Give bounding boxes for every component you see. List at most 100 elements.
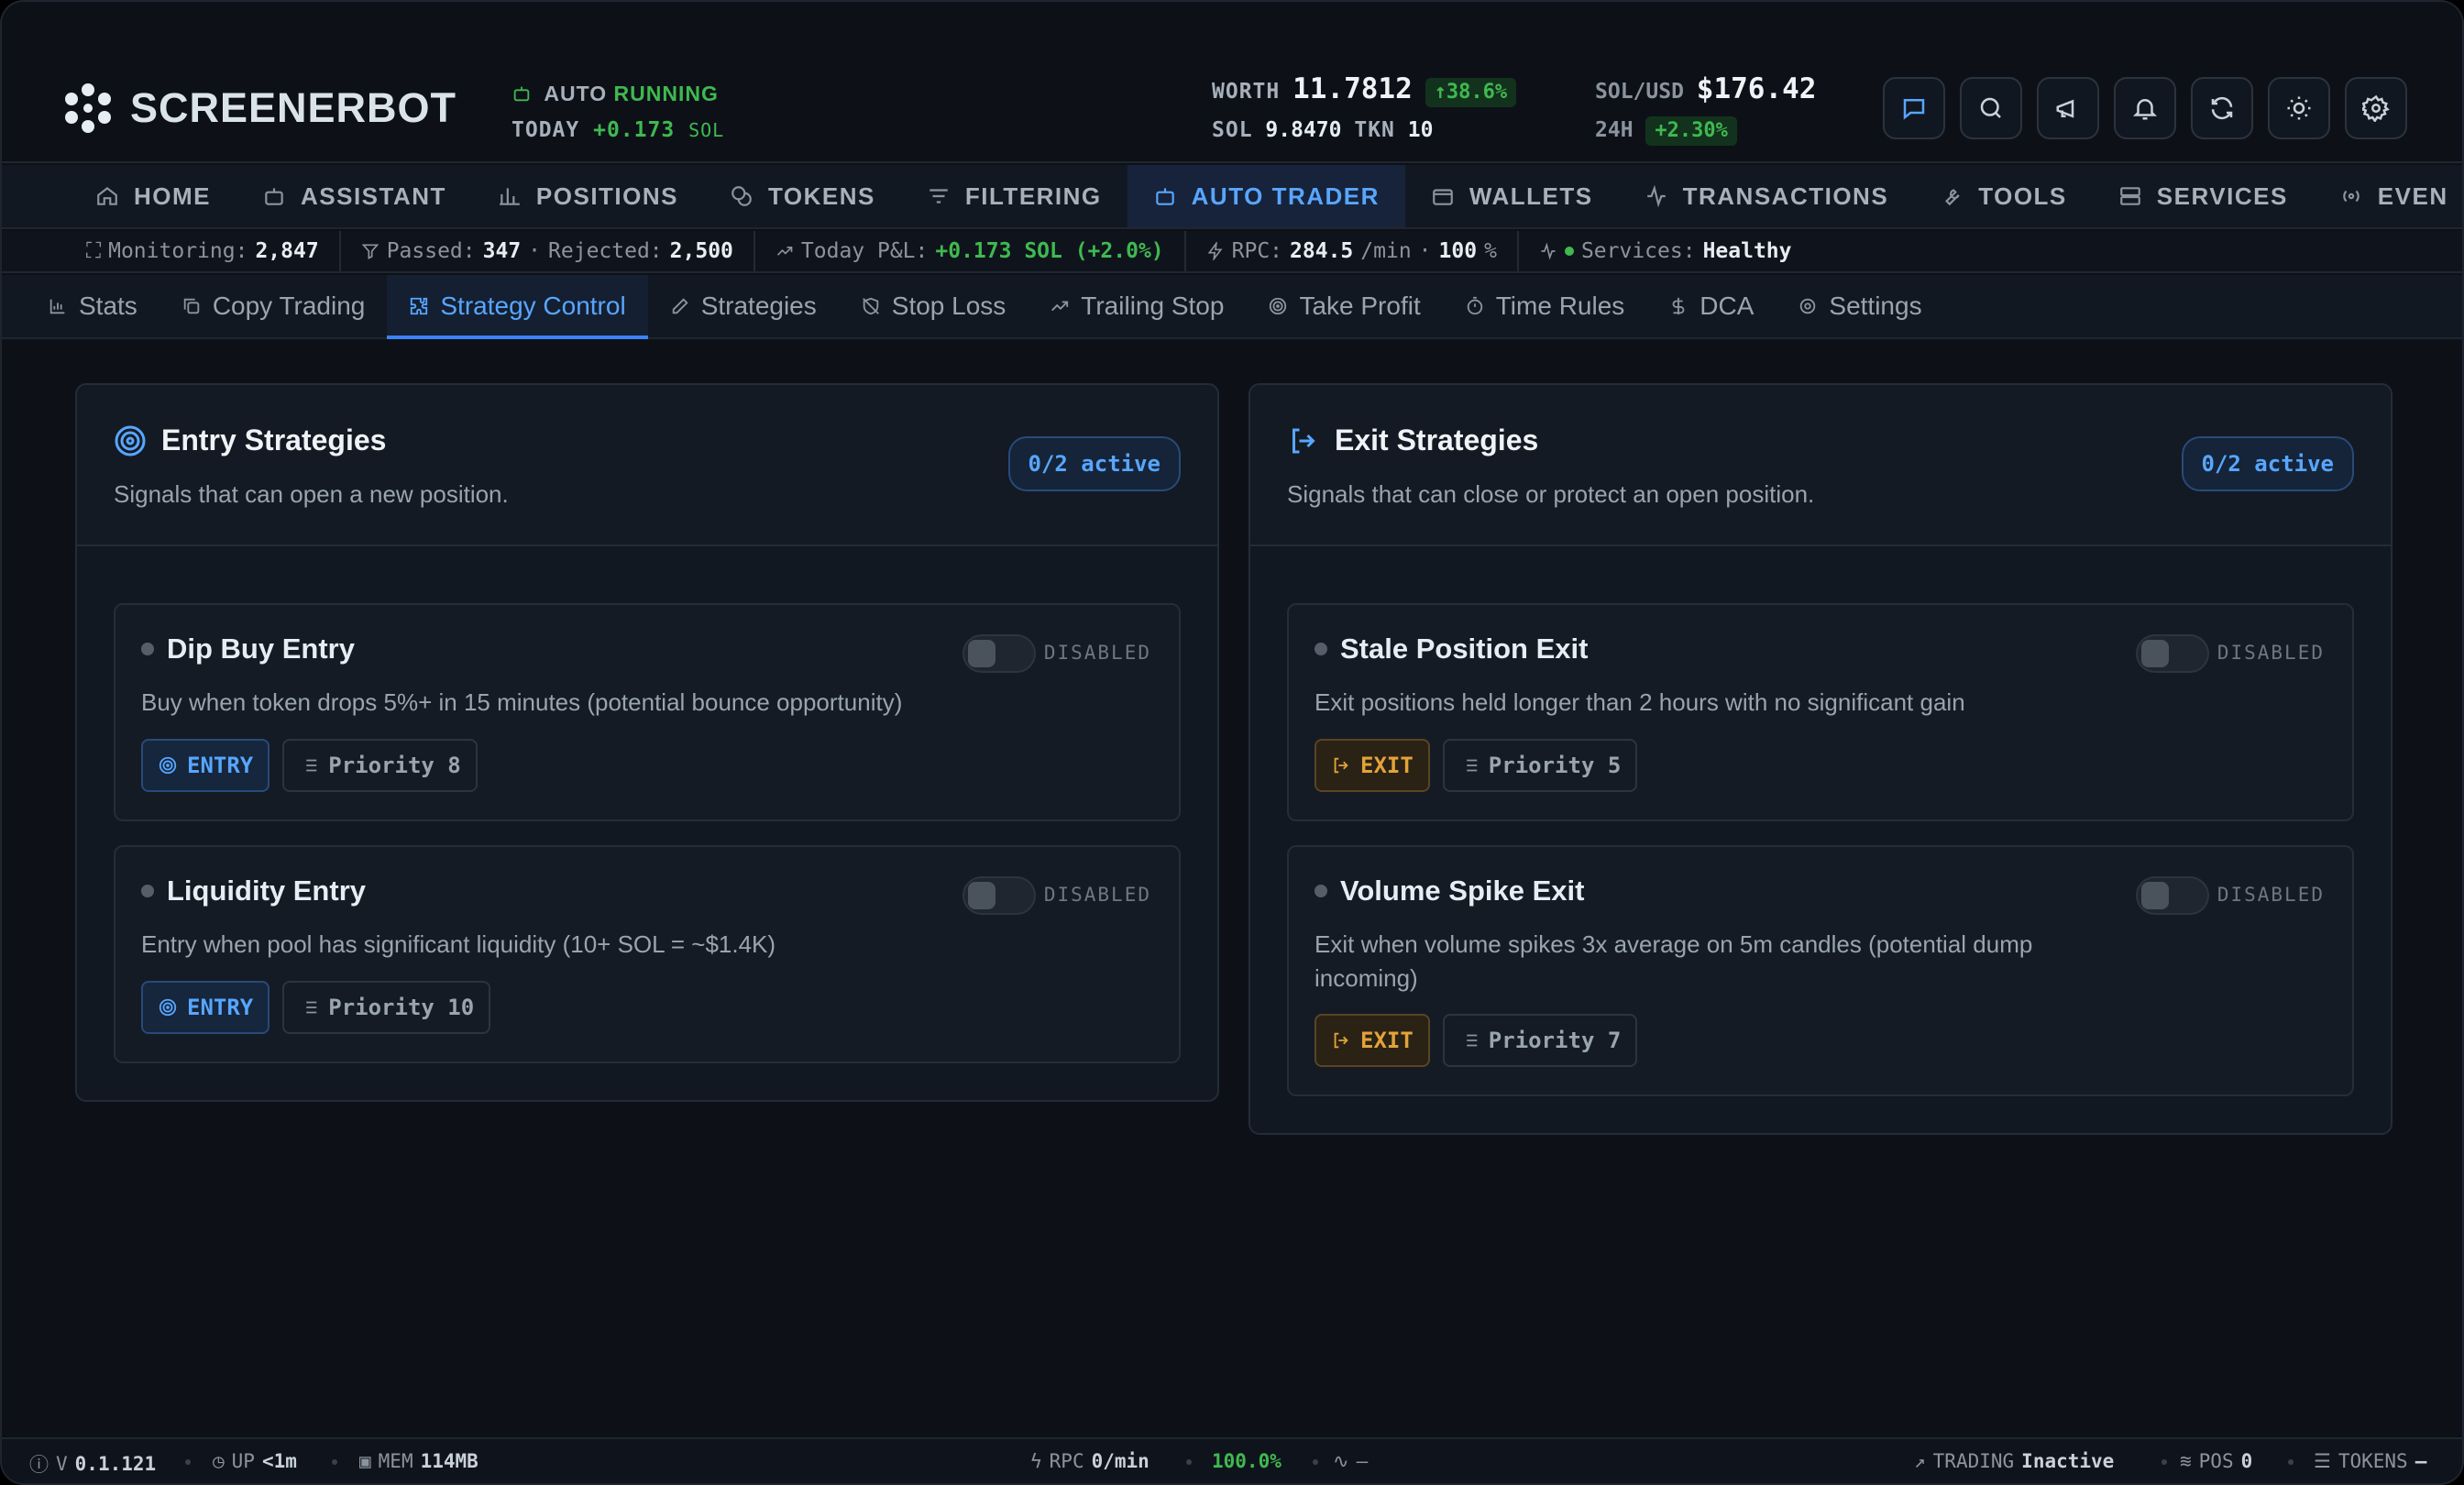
filter-icon — [361, 244, 380, 259]
positions-value: 0 — [2240, 1450, 2253, 1472]
tab-time-rules[interactable]: Time Rules — [1443, 275, 1647, 337]
h24-label: 24H — [1595, 118, 1634, 142]
rpc-label: RPC: — [1231, 239, 1283, 263]
nav-item-filtering[interactable]: FILTERING — [901, 165, 1128, 227]
main-nav: HOME ASSISTANT POSITIONS TOKENS FILTERING AUT… — [2, 165, 2462, 229]
status-dot — [1314, 885, 1327, 897]
tab-label: Take Profit — [1299, 292, 1421, 320]
clock-icon: ◷ — [213, 1450, 225, 1472]
tab-settings[interactable]: Settings — [1776, 275, 1943, 337]
trend-up-icon — [776, 247, 793, 256]
list-icon — [302, 1001, 317, 1014]
rpc-pct: 100 — [1438, 239, 1478, 263]
tab-stop-loss[interactable]: Stop Loss — [839, 275, 1028, 337]
uptime-info: ◷ UP <1m — [213, 1450, 297, 1472]
h24-change-badge: +2.30% — [1645, 116, 1737, 146]
logo-icon — [65, 83, 111, 133]
strategy-title: Stale Position Exit — [1340, 632, 1589, 665]
panel-subtitle: Signals that can close or protect an ope… — [1287, 480, 1815, 508]
entry-strategies-panel: Entry Strategies Signals that can open a… — [75, 383, 1219, 1102]
logo[interactable]: SCREENERBOT — [62, 82, 456, 134]
services-status-dot — [1564, 247, 1574, 256]
search-button[interactable] — [1960, 77, 2022, 139]
gear-icon — [2362, 94, 2390, 122]
nav-item-label: ASSISTANT — [301, 182, 446, 210]
notifications-button[interactable] — [2114, 77, 2176, 139]
nav-item-transactions[interactable]: TRANSACTIONS — [1619, 165, 1915, 227]
list-icon — [1462, 1034, 1478, 1047]
database-icon: ☰ — [2314, 1450, 2331, 1472]
app-window: SCREENERBOT AUTO RUNNING TODAY +0.173 SO… — [0, 0, 2464, 1485]
priority-badge: Priority 5 — [1442, 739, 1638, 792]
strategy-toggle[interactable] — [2136, 876, 2209, 915]
nav-item-tools[interactable]: TOOLS — [1914, 165, 2093, 227]
nav-item-tokens[interactable]: TOKENS — [704, 165, 901, 227]
target-icon — [115, 425, 146, 456]
tab-label: Stats — [79, 292, 138, 320]
rejected-value: 2,500 — [669, 239, 733, 263]
nav-item-auto-trader[interactable]: AUTO TRADER — [1127, 165, 1405, 227]
tab-label: Stop Loss — [891, 292, 1006, 320]
nav-item-positions[interactable]: POSITIONS — [472, 165, 704, 227]
nav-item-label: TOKENS — [768, 182, 875, 210]
strategy-kind-badge: EXIT — [1314, 1014, 1430, 1067]
active-count-badge: 0/2 active — [2181, 436, 2354, 491]
strategy-toggle[interactable] — [2136, 634, 2209, 673]
strategy-status: DISABLED — [2216, 642, 2325, 664]
coins-icon — [732, 186, 752, 206]
strategy-status: DISABLED — [2216, 884, 2325, 906]
tokens-value: – — [2414, 1450, 2427, 1472]
strategy-toggle[interactable] — [962, 634, 1036, 673]
megaphone-icon — [2056, 99, 2074, 118]
today-unit: SOL — [688, 119, 725, 141]
theme-toggle-button[interactable] — [2268, 77, 2330, 139]
auto-status: AUTO RUNNING TODAY +0.173 SOL — [512, 75, 724, 148]
bot-icon — [1155, 188, 1174, 205]
sol-usd-block: SOL/USD $176.42 24H +2.30% — [1595, 70, 1816, 149]
nav-item-home[interactable]: HOME — [70, 165, 236, 227]
tab-copy-trading[interactable]: Copy Trading — [160, 275, 388, 337]
rpc-success: 100.0% — [1212, 1450, 1282, 1472]
strategy-description: Entry when pool has significant liquidit… — [141, 930, 776, 958]
tokens-info: ☰ TOKENS – — [2314, 1450, 2427, 1472]
strategy-kind-badge: EXIT — [1314, 739, 1430, 792]
nav-item-services[interactable]: SERVICES — [2093, 165, 2314, 227]
active-count-badge: 0/2 active — [1007, 436, 1181, 491]
strategy-description: Buy when token drops 5%+ in 15 minutes (… — [141, 688, 903, 716]
nav-item-even[interactable]: EVEN — [2314, 165, 2462, 227]
sol-value: 9.8470 — [1265, 118, 1342, 142]
zap-icon: ϟ — [1030, 1450, 1042, 1472]
tab-trailing-stop[interactable]: Trailing Stop — [1028, 275, 1246, 337]
refresh-button[interactable] — [2191, 77, 2253, 139]
announcements-button[interactable] — [2037, 77, 2099, 139]
passed-label: Passed: — [386, 239, 476, 263]
bell-icon — [2132, 99, 2158, 120]
rpc-rate: 0/min — [1091, 1450, 1150, 1472]
tab-take-profit[interactable]: Take Profit — [1246, 275, 1442, 337]
tab-label: Trailing Stop — [1081, 292, 1225, 320]
assistant-button[interactable] — [1883, 77, 1945, 139]
nav-item-wallets[interactable]: WALLETS — [1405, 165, 1619, 227]
trend-icon — [1051, 301, 1069, 312]
worth-change-badge: ↑38.6% — [1424, 78, 1517, 107]
monitoring-icon: ⛶ — [86, 239, 102, 263]
tab-strategy-control[interactable]: Strategy Control — [387, 275, 649, 339]
chip-icon: ▣ — [359, 1450, 371, 1472]
rpc-info: ϟ RPC 0/min — [1030, 1450, 1150, 1472]
server-icon — [2119, 187, 2140, 205]
nav-item-assistant[interactable]: ASSISTANT — [236, 165, 472, 227]
activity-icon: ∿ — [1333, 1450, 1349, 1472]
nav-item-label: AUTO TRADER — [1191, 182, 1380, 210]
nav-item-label: EVEN — [2377, 182, 2448, 210]
tab-label: Strategy Control — [440, 292, 626, 320]
tab-strategies[interactable]: Strategies — [648, 275, 839, 337]
tab-stats[interactable]: Stats — [26, 275, 160, 337]
target-icon — [1270, 297, 1287, 315]
uptime-value: <1m — [261, 1450, 297, 1472]
priority-badge: Priority 7 — [1442, 1014, 1638, 1067]
auto-label: AUTO — [544, 82, 608, 105]
strategy-toggle[interactable] — [962, 876, 1036, 915]
settings-button[interactable] — [2345, 77, 2407, 139]
tab-dca[interactable]: DCA — [1646, 275, 1776, 337]
nav-item-label: TRANSACTIONS — [1682, 182, 1889, 210]
